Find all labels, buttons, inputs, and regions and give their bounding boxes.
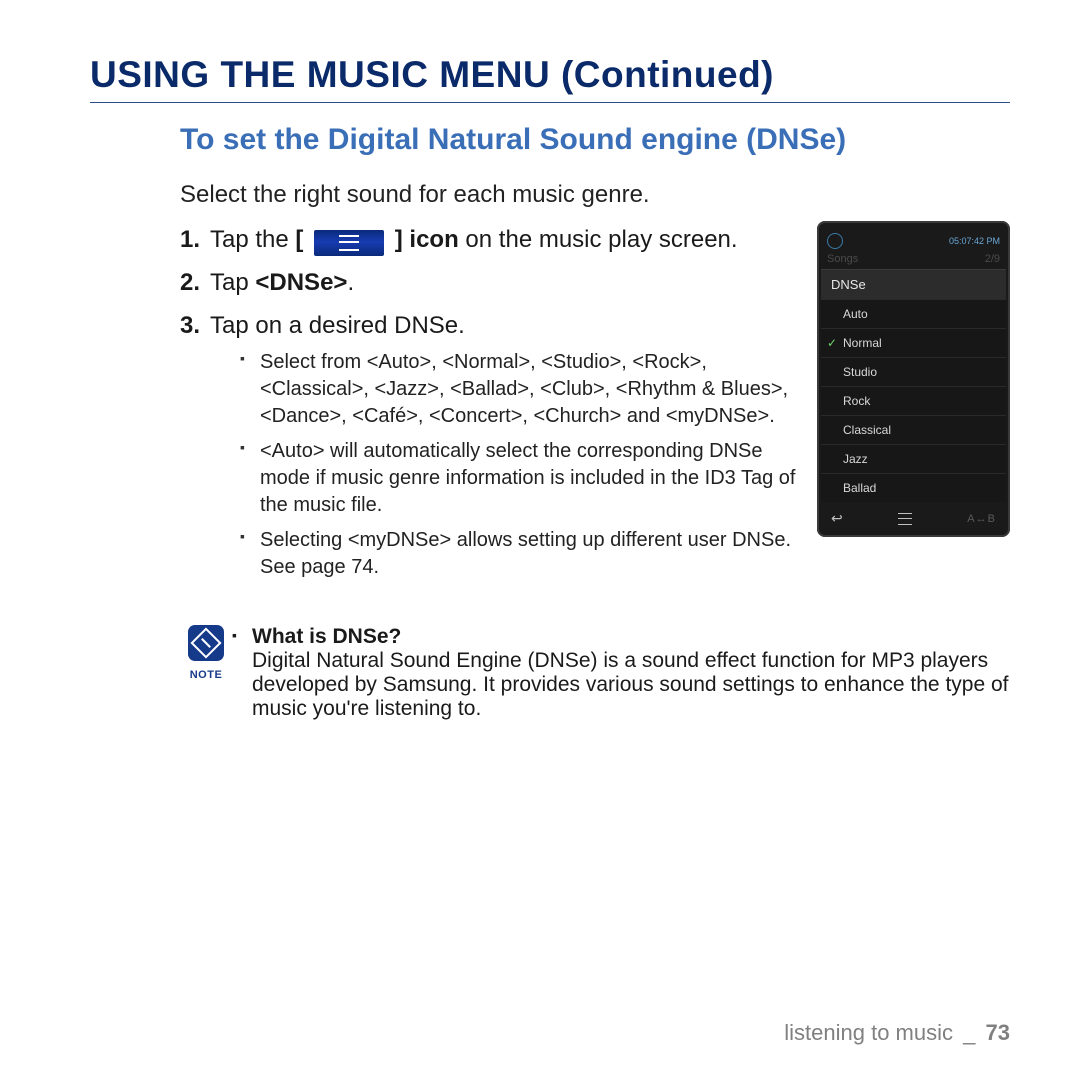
step-1: Tap the [ ] icon on the music play scree…	[180, 223, 803, 258]
bullet-2: <Auto> will automatically select the cor…	[240, 438, 803, 519]
page-footer: listening to music _ 73	[784, 1020, 1010, 1046]
note-icon	[188, 625, 224, 661]
dnse-option: Jazz	[821, 444, 1006, 473]
footer-section: listening to music	[784, 1020, 953, 1045]
dnse-option: Studio	[821, 357, 1006, 386]
note-label: NOTE	[180, 669, 232, 681]
device-titlebar: Songs 2/9	[821, 253, 1006, 269]
bullet-3: Selecting <myDNSe> allows setting up dif…	[240, 527, 803, 581]
menu-icon	[898, 513, 912, 525]
dnse-option: Classical	[821, 415, 1006, 444]
bracket-close: ]	[395, 226, 403, 253]
bracket-open: [	[295, 226, 303, 253]
dnse-option: Ballad	[821, 473, 1006, 502]
device-title-left: Songs	[827, 253, 858, 265]
dnse-option: Normal	[821, 328, 1006, 357]
device-title-right: 2/9	[985, 253, 1000, 265]
footer-page-number: 73	[986, 1020, 1010, 1045]
step-1-post: on the music play screen.	[459, 226, 738, 253]
dnse-option: Rock	[821, 386, 1006, 415]
device-panel-title: DNSe	[821, 269, 1006, 299]
step-1-pre: Tap the	[210, 226, 295, 253]
icon-word: icon	[403, 226, 459, 253]
device-screenshot: 05:07:42 PM Songs 2/9 DNSe AutoNormalStu…	[817, 221, 1010, 537]
dnse-option: Auto	[821, 299, 1006, 328]
section-heading: To set the Digital Natural Sound engine …	[180, 123, 1010, 157]
step-3: Tap on a desired DNSe. Select from <Auto…	[180, 309, 803, 582]
section-intro: Select the right sound for each music ge…	[180, 181, 1010, 209]
step-2-bold: <DNSe>	[255, 269, 347, 296]
music-status-icon	[827, 233, 843, 249]
device-statusbar: 05:07:42 PM	[821, 231, 1006, 253]
bullet-1: Select from <Auto>, <Normal>, <Studio>, …	[240, 349, 803, 430]
step-3-text: Tap on a desired DNSe.	[210, 312, 465, 339]
step-2-post: .	[347, 269, 354, 296]
device-time: 05:07:42 PM	[949, 236, 1000, 246]
page-heading: USING THE MUSIC MENU (Continued)	[90, 54, 1010, 96]
step-2-pre: Tap	[210, 269, 255, 296]
note-item: What is DNSe? Digital Natural Sound Engi…	[232, 625, 1010, 721]
hamburger-menu-icon	[314, 230, 384, 256]
footer-separator: _	[963, 1020, 975, 1045]
note-answer: Digital Natural Sound Engine (DNSe) is a…	[252, 649, 1008, 720]
device-bottombar: ↩ A↔B	[821, 502, 1006, 531]
note-question: What is DNSe?	[252, 625, 401, 648]
step-2: Tap <DNSe>.	[180, 266, 803, 301]
heading-divider	[90, 102, 1010, 103]
back-icon: ↩	[831, 510, 843, 527]
ab-repeat-label: A↔B	[967, 513, 996, 525]
